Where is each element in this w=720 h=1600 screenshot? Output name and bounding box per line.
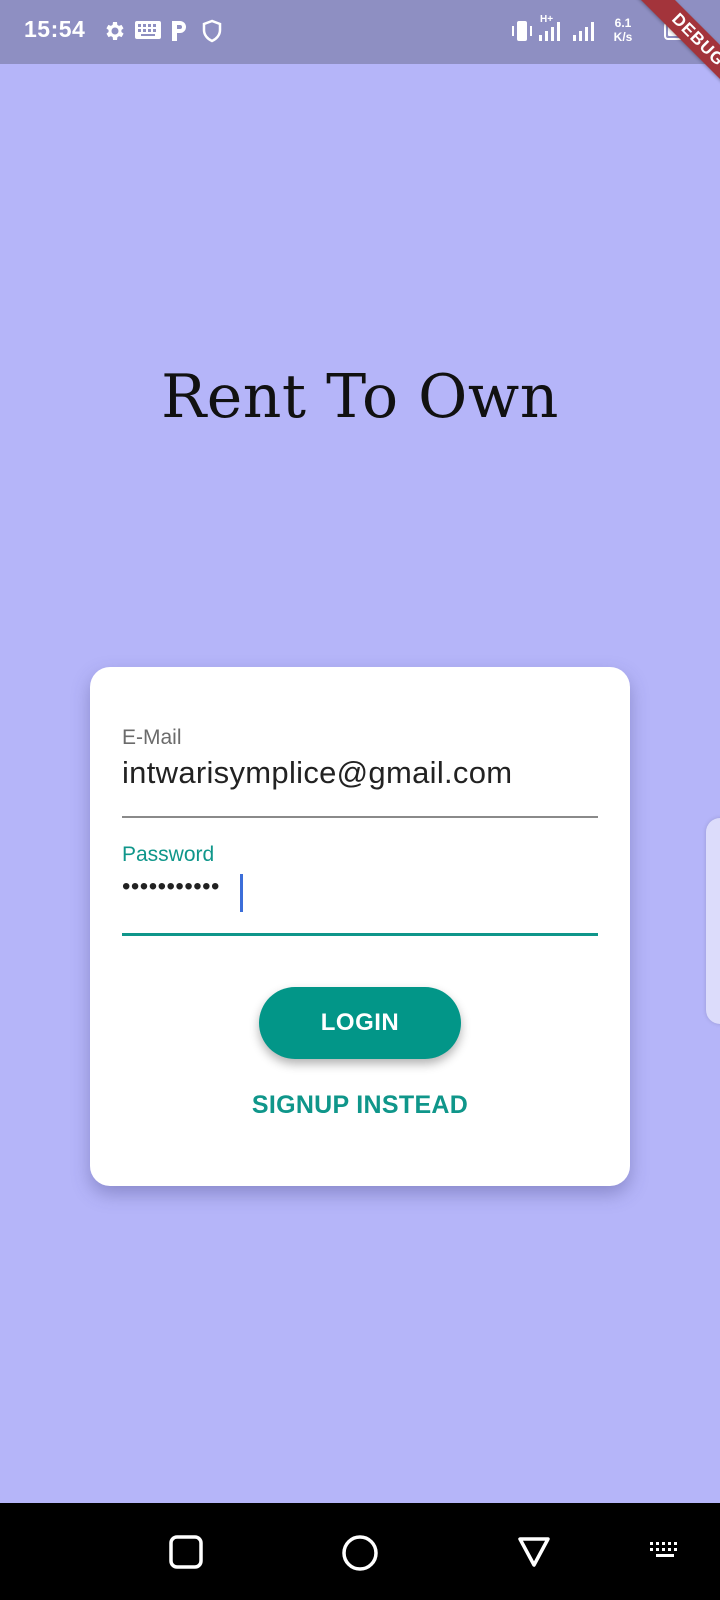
navigation-bar: [0, 1503, 720, 1600]
home-icon[interactable]: [341, 1534, 379, 1572]
signal-icon: [539, 22, 560, 41]
keyboard-icon[interactable]: [649, 1541, 681, 1563]
p-icon: [172, 21, 186, 41]
vibrate-icon: [512, 21, 532, 41]
email-underline: [122, 816, 598, 818]
back-icon[interactable]: [516, 1534, 552, 1570]
gear-icon: [106, 22, 124, 40]
login-button[interactable]: LOGIN: [259, 987, 461, 1059]
email-field[interactable]: intwarisymplice@gmail.com: [122, 755, 512, 791]
password-label: Password: [122, 843, 215, 866]
recents-icon[interactable]: [168, 1534, 204, 1570]
debug-banner: DEBUG: [625, 0, 720, 113]
password-underline: [122, 933, 598, 936]
edge-panel-handle[interactable]: [706, 818, 720, 1024]
shield-icon: [202, 19, 222, 43]
email-label: E-Mail: [122, 726, 182, 749]
text-cursor: [240, 874, 243, 912]
password-field[interactable]: •••••••••••: [122, 873, 220, 901]
signup-instead-button[interactable]: SIGNUP INSTEAD: [90, 1091, 630, 1120]
app-title: Rent To Own: [161, 362, 559, 432]
debug-banner-container: DEBUG: [590, 0, 720, 130]
status-time: 15:54: [24, 16, 86, 42]
keyboard-icon: [135, 21, 161, 39]
login-card: E-Mail intwarisymplice@gmail.com Passwor…: [90, 667, 630, 1186]
